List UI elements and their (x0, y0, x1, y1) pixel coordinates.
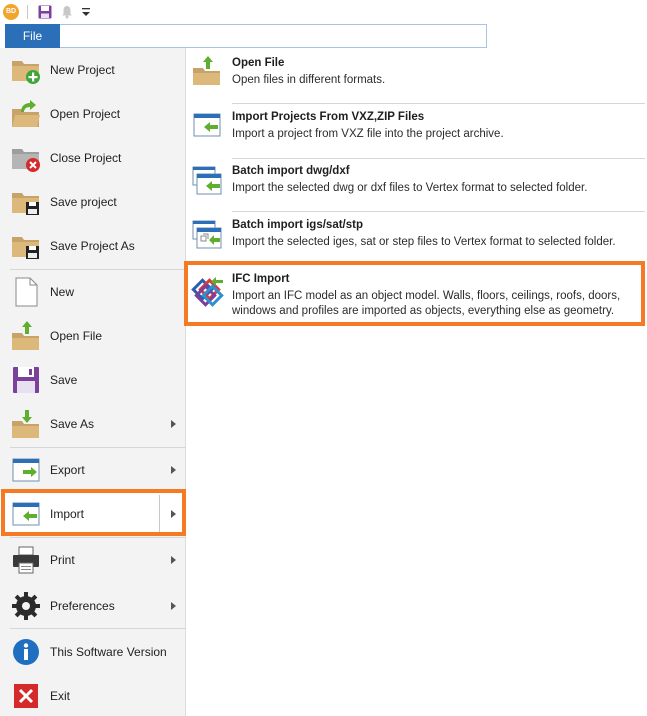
menu-item-label: Open Project (50, 107, 121, 121)
menu-item-label: Preferences (50, 599, 115, 613)
menu-item-label: Save (50, 373, 78, 387)
ifc-logo-icon (191, 277, 224, 307)
submenu-arrow-icon (171, 556, 176, 564)
panel-item-batch-igs[interactable]: Batch import igs/sat/stp Import the sele… (186, 214, 647, 264)
save-as-icon (12, 410, 39, 438)
menu-item-label: Print (50, 553, 75, 567)
floppy-icon (13, 367, 39, 393)
import-icon (193, 113, 221, 137)
menu-item-new[interactable]: New (0, 270, 186, 314)
menu-item-software-version[interactable]: This Software Version (0, 630, 186, 674)
panel-divider (232, 103, 645, 104)
new-project-icon (12, 61, 40, 84)
panel-item-description: Import a project from VXZ file into the … (232, 128, 504, 140)
panel-item-title: Import Projects From VXZ,ZIP Files (232, 111, 425, 123)
panel-item-batch-dwg[interactable]: Batch import dwg/dxf Import the selected… (186, 160, 647, 210)
save-project-icon (12, 193, 39, 215)
menu-item-label: Exit (50, 689, 71, 703)
menu-item-import[interactable]: Import (0, 492, 186, 536)
menu-item-label: New Project (50, 63, 115, 77)
import-options-panel: Open File Open files in different format… (186, 48, 647, 716)
open-file-icon (12, 321, 39, 350)
panel-item-import-vxz[interactable]: Import Projects From VXZ,ZIP Files Impor… (186, 106, 647, 156)
menu-item-preferences[interactable]: Preferences (0, 584, 186, 628)
menu-item-save[interactable]: Save (0, 358, 186, 402)
submenu-arrow-icon[interactable] (171, 510, 176, 518)
panel-divider (232, 211, 645, 212)
close-project-icon (12, 149, 40, 172)
panel-item-description: Open files in different formats. (232, 74, 386, 86)
panel-item-title: Open File (232, 57, 285, 69)
submenu-arrow-icon (171, 420, 176, 428)
panel-item-ifc-import[interactable]: IFC Import Import an IFC model as an obj… (186, 268, 647, 326)
batch-import-icon (192, 166, 222, 195)
ribbon-tab-strip (60, 24, 487, 48)
menu-item-label: Open File (50, 329, 103, 343)
submenu-arrow-icon (171, 602, 176, 610)
menu-divider (10, 628, 186, 629)
menu-item-label: This Software Version (50, 645, 167, 659)
panel-item-title: Batch import dwg/dxf (232, 165, 350, 177)
new-document-icon (15, 277, 38, 307)
info-icon (13, 639, 39, 665)
menu-item-open-project[interactable]: Open Project (0, 92, 186, 136)
dropdown-arrow-icon[interactable] (81, 6, 91, 18)
panel-item-open-file[interactable]: Open File Open files in different format… (186, 52, 647, 102)
menu-item-label: Save Project As (50, 239, 135, 253)
menu-item-label: New (50, 285, 75, 299)
menu-item-save-as[interactable]: Save As (0, 402, 186, 446)
menu-item-open-file[interactable]: Open File (0, 314, 186, 358)
printer-icon (13, 546, 39, 574)
panel-item-description: Import an IFC model as an object model. … (232, 290, 621, 317)
panel-item-description: Import the selected dwg or dxf files to … (232, 182, 588, 194)
save-icon[interactable] (38, 5, 52, 19)
backstage-menu: New Project Open Project Close Project S… (0, 48, 186, 716)
submenu-arrow-icon (171, 466, 176, 474)
menu-item-close-project[interactable]: Close Project (0, 136, 186, 180)
menu-item-exit[interactable]: Exit (0, 674, 186, 716)
menu-item-label: Close Project (50, 151, 122, 165)
app-badge-icon[interactable]: BD (3, 4, 19, 20)
exit-icon (14, 684, 38, 708)
menu-item-save-project-as[interactable]: Save Project As (0, 224, 186, 268)
menu-item-new-project[interactable]: New Project (0, 48, 186, 92)
gear-icon (12, 592, 40, 620)
save-project-as-icon (12, 237, 39, 259)
menu-item-label: Import (50, 507, 85, 521)
menu-item-export[interactable]: Export (0, 448, 186, 492)
panel-item-title: IFC Import (232, 273, 290, 285)
panel-divider (232, 158, 645, 159)
split-divider (159, 495, 160, 533)
ribbon-tab-row: File (0, 24, 647, 48)
menu-item-label: Save project (50, 195, 117, 209)
import-icon (12, 502, 40, 526)
quick-access-toolbar: BD (0, 0, 647, 24)
panel-item-description: Import the selected iges, sat or step fi… (232, 236, 616, 248)
open-file-icon (193, 56, 220, 85)
menu-item-label: Export (50, 463, 85, 477)
batch-import-3d-icon (192, 220, 222, 249)
toolbar-divider (27, 5, 28, 19)
export-icon (12, 458, 40, 482)
bell-icon[interactable] (60, 5, 74, 19)
menu-item-print[interactable]: Print (0, 538, 186, 582)
menu-item-save-project[interactable]: Save project (0, 180, 186, 224)
open-project-icon (12, 100, 40, 127)
file-tab[interactable]: File (5, 24, 60, 48)
panel-item-title: Batch import igs/sat/stp (232, 219, 363, 231)
menu-item-label: Save As (50, 417, 95, 431)
